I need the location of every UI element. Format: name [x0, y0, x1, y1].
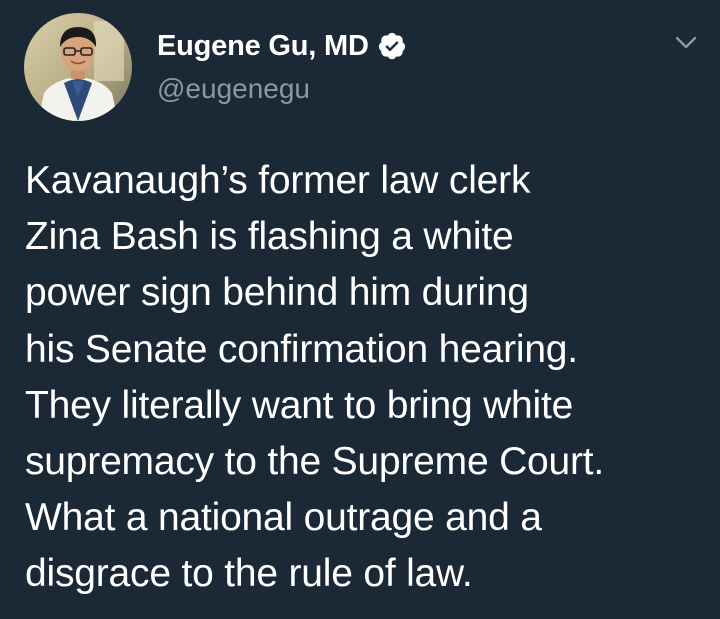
- tweet-card: Eugene Gu, MD @eugenegu Kavanaugh’s form…: [0, 0, 720, 619]
- tweet-text-line: They literally want to bring white: [25, 383, 574, 427]
- tweet-text: Kavanaugh’s former law clerk Zina Bash i…: [25, 153, 705, 603]
- tweet-text-line: Zina Bash is flashing a white: [25, 215, 514, 259]
- tweet-text-line: Kavanaugh’s former law clerk: [25, 159, 531, 202]
- tweet-text-line: What a national outrage and a: [25, 496, 542, 540]
- tweet-text-line: his Senate confirmation hearing.: [25, 327, 578, 371]
- tweet-text-line: disgrace to the rule of law.: [25, 552, 473, 596]
- tweet-text-line: power sign behind him during: [25, 271, 529, 315]
- chevron-down-icon[interactable]: [672, 30, 700, 54]
- author-avatar[interactable]: [24, 13, 132, 121]
- author-name-row[interactable]: Eugene Gu, MD: [157, 28, 407, 64]
- avatar-image: [24, 13, 132, 121]
- author-handle[interactable]: @eugenegu: [157, 73, 310, 105]
- author-display-name[interactable]: Eugene Gu, MD: [157, 30, 369, 63]
- verified-badge-icon: [377, 31, 407, 61]
- tweet-text-line: supremacy to the Supreme Court.: [25, 440, 605, 484]
